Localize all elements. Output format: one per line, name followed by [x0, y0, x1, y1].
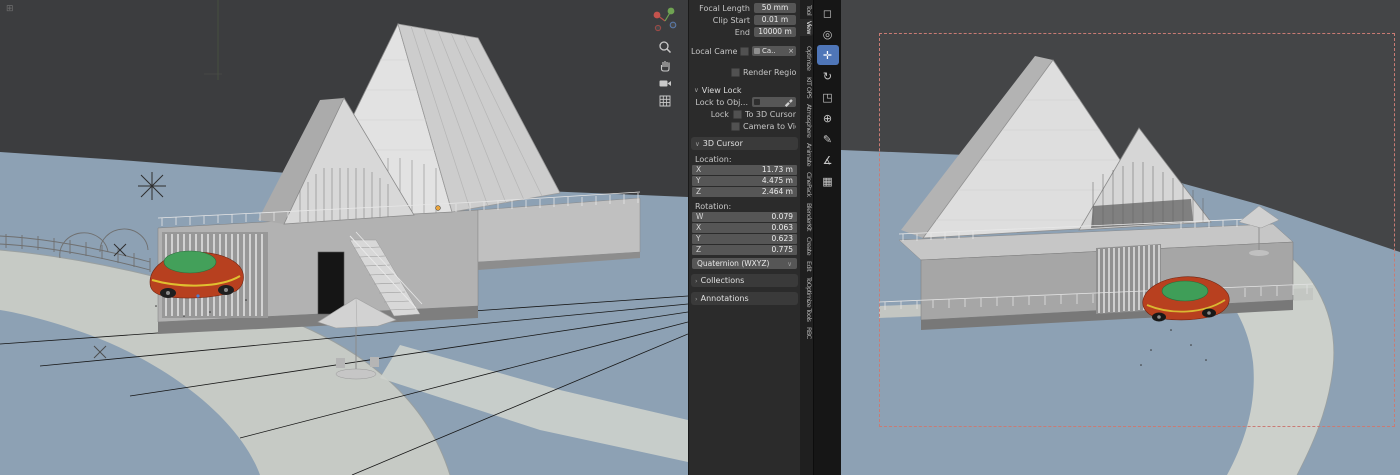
render-region-label: Render Region: [743, 68, 796, 77]
viewport-left-scene[interactable]: [0, 0, 688, 475]
location-label: Location:: [689, 154, 800, 165]
rotation-mode-dropdown[interactable]: Quaternion (WXYZ) ∨: [692, 258, 797, 269]
tab-cinepack[interactable]: CinePack: [800, 170, 813, 199]
clip-start-label: Clip Start: [691, 16, 754, 25]
lock-to-object-label: Lock to Obj...: [691, 98, 752, 107]
tab-atmosphere[interactable]: Atmosphere: [800, 102, 813, 139]
tab-tooptimize-tools[interactable]: ToOptimize Tools: [800, 275, 813, 323]
tool-column: ◻ ◎ ✛ ↻ ◳ ⊕ ✎ ∡ ▦: [813, 0, 841, 475]
camera-to-view-label: Camera to Vie...: [743, 122, 796, 131]
viewport-right-scene[interactable]: [841, 0, 1400, 475]
view-lock-header[interactable]: ∨ View Lock: [689, 84, 800, 96]
cursor-rotation-x[interactable]: X 0.063: [692, 223, 797, 233]
caret-down-icon: ∨: [695, 140, 700, 148]
focal-length-field[interactable]: 50 mm: [754, 3, 796, 13]
tab-optimize[interactable]: Optimize: [800, 44, 813, 72]
camera-data-icon: [754, 48, 760, 54]
ortho-grid-icon[interactable]: [658, 94, 672, 108]
cursor-rotation-z[interactable]: Z 0.775: [692, 245, 797, 255]
cursor-rotation-w[interactable]: W 0.079: [692, 212, 797, 222]
clear-camera-button[interactable]: ×: [788, 46, 794, 56]
render-region-row: Render Region: [689, 66, 800, 78]
sidebar-tab-strip: Tool View Optimize KIT OPS Atmosphere An…: [800, 0, 813, 475]
local-camera-row: Local Came Ca.. ×: [689, 45, 800, 57]
focal-length-row: Focal Length 50 mm: [689, 2, 800, 14]
annotate-tool[interactable]: ✎: [817, 129, 839, 149]
annotations-panel-header[interactable]: › Annotations: [691, 292, 798, 305]
scale-tool[interactable]: ◳: [817, 87, 839, 107]
transform-tool[interactable]: ⊕: [817, 108, 839, 128]
collections-panel-header[interactable]: › Collections: [691, 274, 798, 287]
camera-to-view-checkbox[interactable]: [731, 122, 740, 131]
focal-length-label: Focal Length: [691, 4, 754, 13]
lock-to-object-row: Lock to Obj...: [689, 96, 800, 108]
tab-blenderkit[interactable]: BlenderKit: [800, 201, 813, 233]
cursor-rotation-y[interactable]: Y 0.623: [692, 234, 797, 244]
camera-to-view-row: Camera to Vie...: [689, 120, 800, 132]
local-camera-field[interactable]: Ca.. ×: [752, 46, 796, 56]
caret-down-icon: ∨: [694, 86, 699, 94]
clip-end-label: End: [691, 28, 754, 37]
lock-to-object-field[interactable]: [752, 97, 796, 107]
clip-end-field[interactable]: 10000 m: [754, 27, 796, 37]
pan-hand-icon[interactable]: [658, 58, 672, 72]
to-3d-cursor-checkbox[interactable]: [733, 110, 742, 119]
tab-rbc[interactable]: RBC: [800, 325, 813, 341]
camera-view-icon[interactable]: [658, 76, 672, 90]
cursor-location-x[interactable]: X 11.73 m: [692, 165, 797, 175]
3d-cursor-panel-header[interactable]: ∨ 3D Cursor: [691, 137, 798, 150]
local-camera-label: Local Came: [691, 47, 740, 56]
tab-tool[interactable]: Tool: [800, 3, 813, 17]
eyedropper-icon[interactable]: [784, 97, 794, 107]
object-origin-dot: [436, 206, 441, 211]
n-panel: Focal Length 50 mm Clip Start 0.01 m End…: [688, 0, 800, 475]
clip-start-row: Clip Start 0.01 m: [689, 14, 800, 26]
object-chip-icon: [754, 99, 760, 105]
rotate-tool[interactable]: ↻: [817, 66, 839, 86]
render-region-checkbox[interactable]: [731, 68, 740, 77]
caret-right-icon: ›: [695, 277, 698, 285]
tab-animate[interactable]: Animate: [800, 141, 813, 168]
viewport-left[interactable]: ⊞: [0, 0, 688, 475]
blender-window: ⊞: [0, 0, 1400, 475]
lock-label: Lock: [691, 110, 733, 119]
editor-type-icon[interactable]: ⊞: [6, 4, 14, 14]
measure-tool[interactable]: ∡: [817, 150, 839, 170]
to-3d-cursor-label: To 3D Cursor: [745, 110, 796, 119]
viewport-nav-gizmos: [650, 6, 680, 108]
cursor-location-y[interactable]: Y 4.475 m: [692, 176, 797, 186]
local-camera-checkbox[interactable]: [740, 47, 749, 56]
rotation-label: Rotation:: [689, 201, 800, 212]
local-camera-value: Ca..: [762, 47, 776, 55]
tab-kit-ops[interactable]: KIT OPS: [800, 75, 813, 100]
add-cube-tool[interactable]: ▦: [817, 171, 839, 191]
clip-start-field[interactable]: 0.01 m: [754, 15, 796, 25]
lock-3d-cursor-row: Lock To 3D Cursor: [689, 108, 800, 120]
cursor-location-z[interactable]: Z 2.464 m: [692, 187, 797, 197]
chevron-down-icon: ∨: [787, 260, 792, 268]
cursor-tool[interactable]: ◎: [817, 24, 839, 44]
move-tool[interactable]: ✛: [817, 45, 839, 65]
select-box-tool[interactable]: ◻: [817, 3, 839, 23]
orbit-gizmo[interactable]: [650, 6, 680, 36]
viewport-right[interactable]: [841, 0, 1400, 475]
tab-create[interactable]: Create: [800, 235, 813, 257]
tab-edit[interactable]: Edit: [800, 259, 813, 273]
tab-view[interactable]: View: [800, 19, 813, 36]
zoom-icon[interactable]: [658, 40, 672, 54]
caret-right-icon: ›: [695, 295, 698, 303]
clip-end-row: End 10000 m: [689, 26, 800, 38]
